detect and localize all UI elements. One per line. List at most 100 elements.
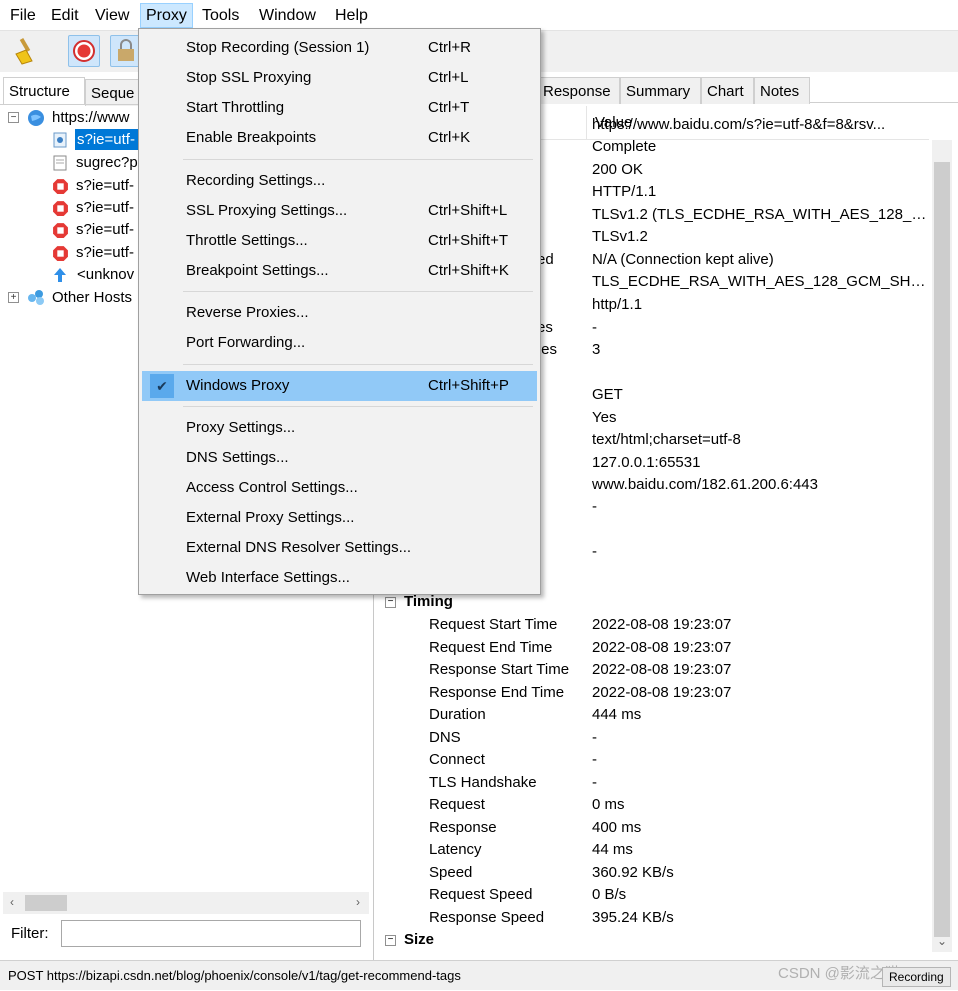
menu-item-label: Access Control Settings... <box>186 479 358 496</box>
menu-edit[interactable]: Edit <box>46 3 84 28</box>
menu-item-external-dns-resolver-settings[interactable]: External DNS Resolver Settings... <box>142 533 537 563</box>
timing-row[interactable]: Connect - <box>377 749 929 771</box>
menu-item-dns-settings[interactable]: DNS Settings... <box>142 443 537 473</box>
row-key: Request <box>429 796 485 813</box>
scroll-thumb[interactable] <box>25 895 67 911</box>
collapse-icon[interactable]: − <box>8 112 19 123</box>
scroll-left-icon[interactable]: ‹ <box>3 895 21 909</box>
globe-icon <box>27 109 44 126</box>
row-key: TLS Handshake <box>429 773 537 791</box>
menu-item-windows-proxy[interactable]: ✔ Windows Proxy Ctrl+Shift+P <box>142 371 537 401</box>
timing-row[interactable]: Response End Time 2022-08-08 19:23:07 <box>377 682 929 704</box>
timing-row[interactable]: Latency 44 ms <box>377 839 929 861</box>
size-section-header[interactable]: − Size <box>385 929 434 951</box>
timing-row[interactable]: Request 0 ms <box>377 794 929 816</box>
menu-item-breakpoint-settings[interactable]: Breakpoint Settings... Ctrl+Shift+K <box>142 256 537 286</box>
status-text: POST https://bizapi.csdn.net/blog/phoeni… <box>8 968 461 983</box>
row-key: DNS <box>429 728 461 746</box>
menu-item-access-control-settings[interactable]: Access Control Settings... <box>142 473 537 503</box>
timing-row[interactable]: Request End Time 2022-08-08 19:23:07 <box>377 637 929 659</box>
menu-item-stop-recording-session-1[interactable]: Stop Recording (Session 1) Ctrl+R <box>142 33 537 63</box>
tab-summary[interactable]: Summary <box>620 77 701 104</box>
network-cluster-icon <box>27 289 44 305</box>
row-key: Response Speed <box>429 908 545 926</box>
row-value: http/1.1 <box>592 296 643 313</box>
broom-clear-icon[interactable] <box>10 35 42 67</box>
menu-item-label: Stop SSL Proxying <box>186 69 312 86</box>
scroll-thumb[interactable] <box>934 162 950 937</box>
menu-file[interactable]: File <box>5 3 41 28</box>
filter-label: Filter: <box>11 925 49 942</box>
timing-title: Timing <box>404 593 453 610</box>
menu-item-ssl-proxying-settings[interactable]: SSL Proxying Settings... Ctrl+Shift+L <box>142 196 537 226</box>
row-value: HTTP/1.1 <box>592 183 657 200</box>
menu-item-label: Recording Settings... <box>186 172 326 189</box>
row-key: Response End Time <box>429 683 565 701</box>
menu-item-throttle-settings[interactable]: Throttle Settings... Ctrl+Shift+T <box>142 226 537 256</box>
row-value: 2022-08-08 19:23:07 <box>592 683 732 701</box>
menu-tools[interactable]: Tools <box>197 3 244 28</box>
menu-item-web-interface-settings[interactable]: Web Interface Settings... <box>142 563 537 593</box>
menu-item-label: Web Interface Settings... <box>186 569 350 586</box>
menu-window[interactable]: Window <box>254 3 321 28</box>
menu-help[interactable]: Help <box>330 3 373 28</box>
size-title: Size <box>404 931 435 948</box>
row-value: 400 ms <box>592 818 642 836</box>
filter-input[interactable] <box>61 920 361 947</box>
horizontal-scrollbar[interactable]: ‹ › <box>3 892 369 914</box>
menu-item-label: SSL Proxying Settings... <box>186 202 348 219</box>
proxy-menu-dropdown: Stop Recording (Session 1) Ctrl+R Stop SSL… <box>138 28 541 595</box>
menu-item-shortcut: Ctrl+K <box>428 129 471 146</box>
vertical-scrollbar[interactable] <box>932 140 952 952</box>
error-stop-icon <box>52 200 68 216</box>
menu-item-reverse-proxies[interactable]: Reverse Proxies... <box>142 298 537 328</box>
menu-item-stop-ssl-proxying[interactable]: Stop SSL Proxying Ctrl+L <box>142 63 537 93</box>
menu-item-enable-breakpoints[interactable]: Enable Breakpoints Ctrl+K <box>142 123 537 153</box>
row-value: 395.24 KB/s <box>592 908 674 926</box>
row-value: 127.0.0.1:65531 <box>592 454 701 471</box>
tab-sequence[interactable]: Seque <box>85 79 145 106</box>
request-doc-icon <box>52 132 68 148</box>
menu-item-port-forwarding[interactable]: Port Forwarding... <box>142 328 537 358</box>
collapse-icon[interactable]: − <box>385 934 396 946</box>
menu-view[interactable]: View <box>90 3 134 28</box>
expand-icon[interactable]: + <box>8 292 19 303</box>
record-button[interactable] <box>68 35 100 67</box>
collapse-icon[interactable]: − <box>385 596 396 608</box>
row-key: Request Speed <box>429 886 533 903</box>
tab-chart[interactable]: Chart <box>701 77 754 104</box>
lock-icon <box>118 39 134 61</box>
menu-item-start-throttling[interactable]: Start Throttling Ctrl+T <box>142 93 537 123</box>
recording-indicator: Recording <box>882 967 951 987</box>
menu-item-label: Enable Breakpoints <box>186 129 317 146</box>
menu-item-label: Start Throttling <box>186 99 285 116</box>
timing-row[interactable]: Speed 360.92 KB/s <box>377 862 929 884</box>
tab-structure[interactable]: Structure <box>3 77 85 104</box>
row-value: - <box>592 773 597 791</box>
menu-item-label: Throttle Settings... <box>186 232 308 249</box>
timing-row[interactable]: Response Speed 395.24 KB/s <box>377 907 929 929</box>
menu-item-recording-settings[interactable]: Recording Settings... <box>142 166 537 196</box>
menu-item-shortcut: Ctrl+R <box>428 39 471 56</box>
menu-item-proxy-settings[interactable]: Proxy Settings... <box>142 413 537 443</box>
row-value: N/A (Connection kept alive) <box>592 251 774 268</box>
menu-item-external-proxy-settings[interactable]: External Proxy Settings... <box>142 503 537 533</box>
timing-row[interactable]: Request Speed 0 B/s <box>377 884 929 906</box>
tab-notes[interactable]: Notes <box>754 77 810 104</box>
timing-row[interactable]: Request Start Time 2022-08-08 19:23:07 <box>377 614 929 636</box>
timing-row[interactable]: Duration 444 ms <box>377 704 929 726</box>
timing-row[interactable]: TLS Handshake - <box>377 772 929 794</box>
menu-proxy[interactable]: Proxy <box>140 3 193 28</box>
scroll-down-icon[interactable]: ⌄ <box>932 934 952 948</box>
row-key: Speed <box>429 863 473 881</box>
tree-item-label: s?ie=utf- <box>75 129 139 150</box>
row-value: 2022-08-08 19:23:07 <box>592 661 732 678</box>
tree-item-label: <unknov <box>77 266 135 283</box>
menu-item-label: External DNS Resolver Settings... <box>186 539 412 556</box>
menu-item-label: Proxy Settings... <box>186 419 296 436</box>
timing-row[interactable]: Response 400 ms <box>377 817 929 839</box>
scroll-right-icon[interactable]: › <box>349 895 367 909</box>
timing-row[interactable]: Response Start Time 2022-08-08 19:23:07 <box>377 659 929 681</box>
timing-row[interactable]: DNS - <box>377 727 929 749</box>
tab-response[interactable]: Response <box>537 77 620 104</box>
